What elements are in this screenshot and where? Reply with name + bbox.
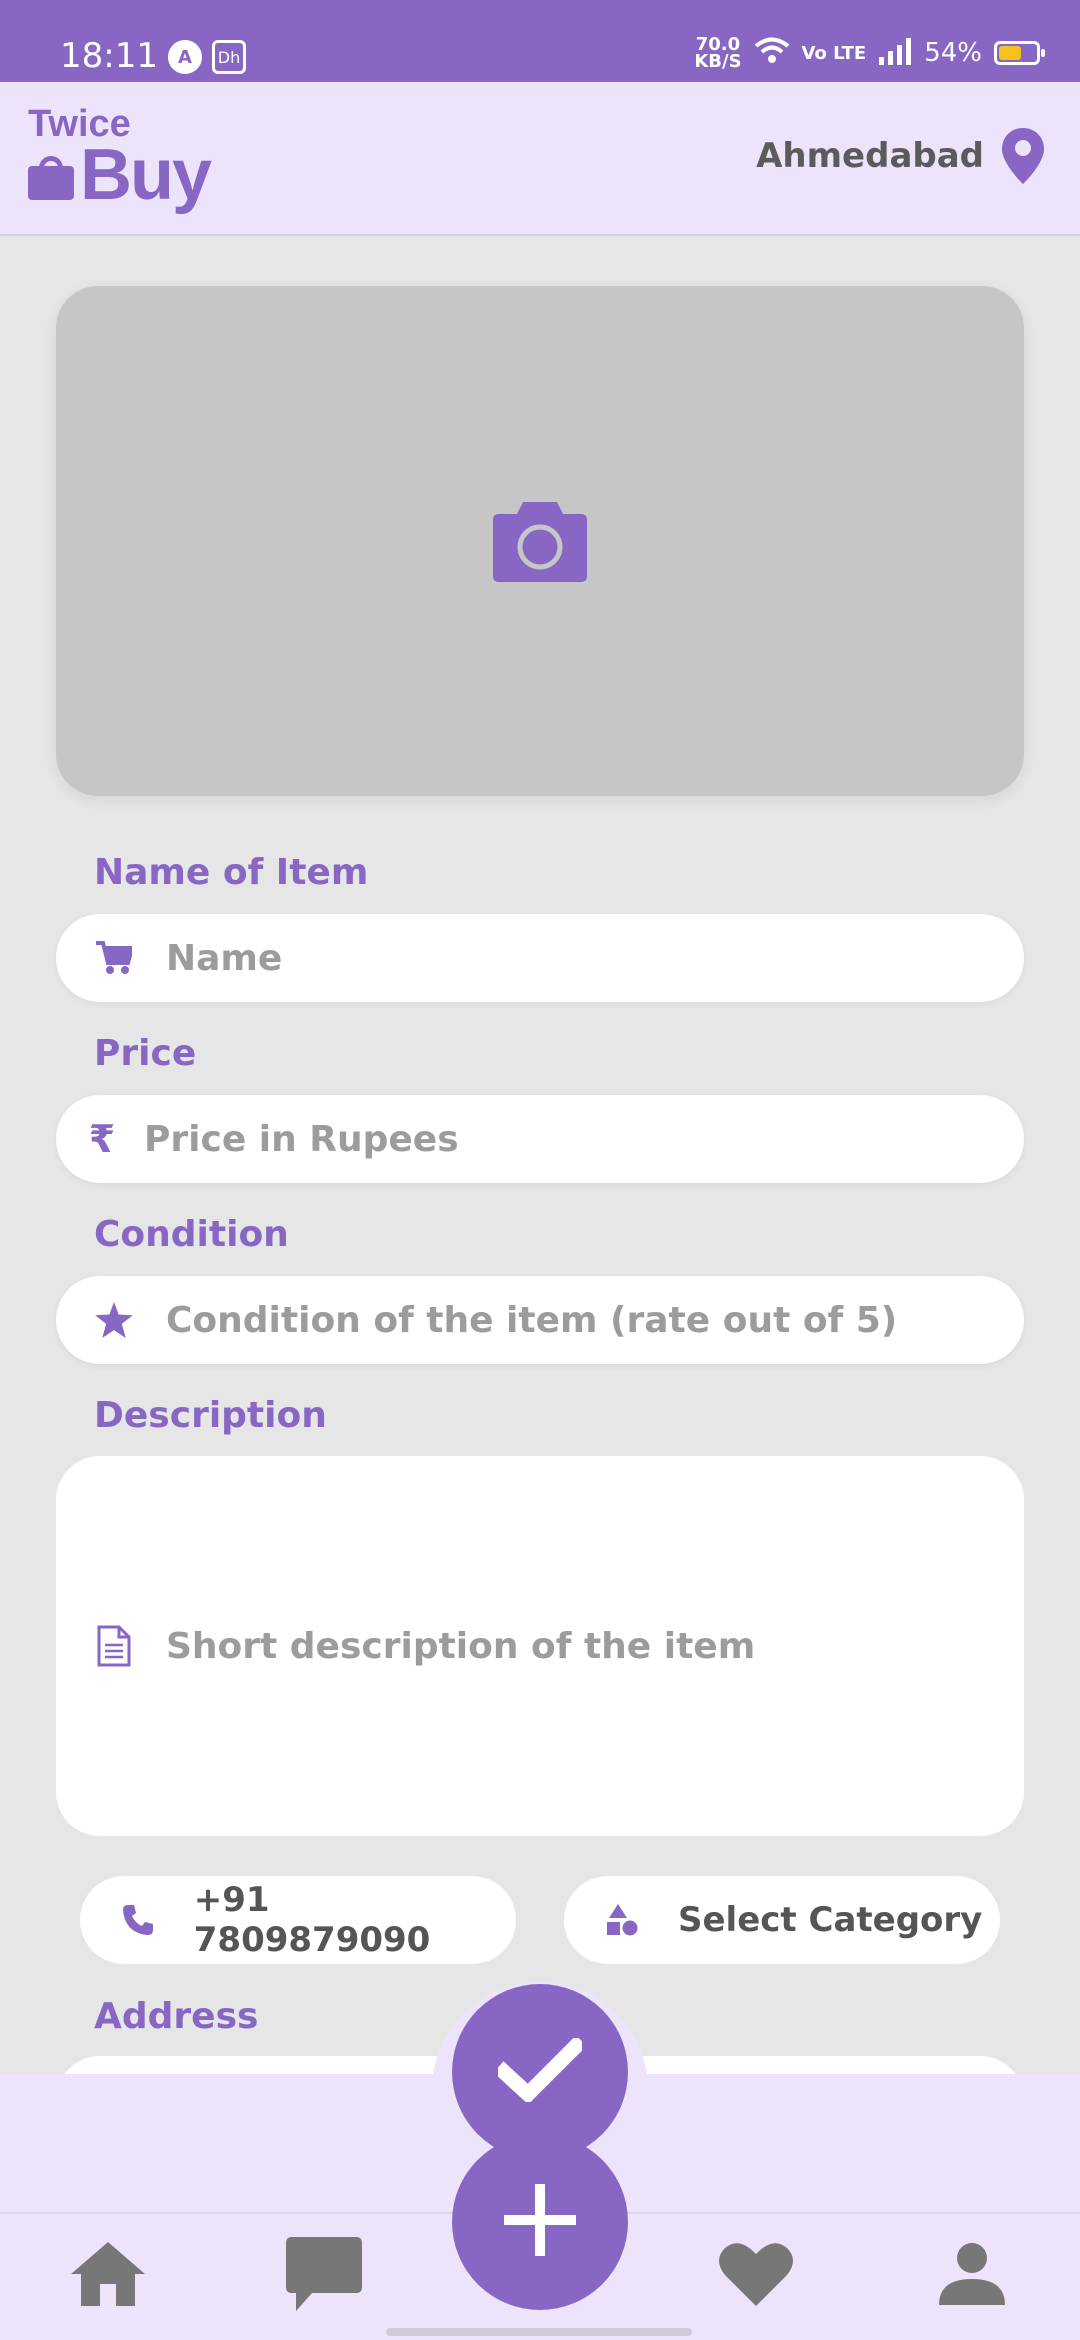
price-label: Price bbox=[94, 1033, 197, 1074]
status-time: 18:11 bbox=[60, 36, 158, 76]
phone-button[interactable]: +91 7809879090 bbox=[80, 1876, 516, 1964]
battery-fill bbox=[999, 46, 1021, 60]
nav-profile[interactable] bbox=[932, 2236, 1012, 2316]
home-indicator bbox=[386, 2328, 692, 2336]
cart-icon bbox=[94, 938, 134, 978]
name-placeholder: Name bbox=[166, 937, 283, 979]
price-input[interactable]: ₹ Price in Rupees bbox=[56, 1095, 1024, 1183]
shapes-icon bbox=[602, 1900, 642, 1940]
rupee-icon: ₹ bbox=[88, 1117, 116, 1161]
address-label: Address bbox=[94, 1996, 259, 2037]
notification-app-icon: A bbox=[168, 40, 202, 74]
home-icon bbox=[71, 2242, 145, 2310]
location-label: Ahmedabad bbox=[756, 136, 984, 176]
name-input[interactable]: Name bbox=[56, 914, 1024, 1002]
signal-icon bbox=[878, 37, 912, 69]
location-pin-icon bbox=[1002, 128, 1044, 184]
location-selector[interactable]: Ahmedabad bbox=[756, 128, 1044, 184]
condition-placeholder: Condition of the item (rate out of 5) bbox=[166, 1299, 898, 1341]
status-right-group: 70.0 KB/S Vo LTE 54% bbox=[694, 36, 1045, 72]
name-label: Name of Item bbox=[94, 852, 369, 893]
condition-input[interactable]: Condition of the item (rate out of 5) bbox=[56, 1276, 1024, 1364]
document-icon bbox=[94, 1624, 134, 1668]
camera-icon bbox=[493, 500, 587, 582]
volte-indicator: Vo LTE bbox=[801, 42, 867, 64]
phone-number: +91 7809879090 bbox=[193, 1880, 431, 1960]
logo-text-buy: Buy bbox=[80, 135, 212, 215]
chat-icon bbox=[286, 2237, 362, 2315]
app-logo[interactable]: Twice Buy bbox=[28, 105, 212, 215]
profile-icon bbox=[939, 2243, 1005, 2309]
condition-label: Condition bbox=[94, 1214, 289, 1255]
phone-icon bbox=[118, 1900, 158, 1940]
description-label: Description bbox=[94, 1395, 327, 1436]
check-icon bbox=[493, 2035, 587, 2106]
battery-percent: 54% bbox=[924, 38, 982, 68]
app-header: Twice Buy Ahmedabad bbox=[0, 82, 1080, 236]
nav-chat[interactable] bbox=[284, 2236, 364, 2316]
description-input[interactable]: Short description of the item bbox=[56, 1456, 1024, 1836]
photo-upload-area[interactable] bbox=[56, 286, 1024, 796]
net-speed-unit: KB/S bbox=[694, 51, 742, 72]
add-button[interactable] bbox=[452, 2134, 628, 2310]
notification-app-icon-2: Dh bbox=[212, 40, 246, 74]
category-select[interactable]: Select Category bbox=[564, 1876, 1000, 1964]
nav-home[interactable] bbox=[68, 2236, 148, 2316]
plus-icon bbox=[502, 2182, 578, 2262]
status-bar: 18:11 A Dh 70.0 KB/S Vo LTE 54% bbox=[0, 0, 1080, 82]
heart-icon bbox=[719, 2242, 793, 2310]
nav-favorites[interactable] bbox=[716, 2236, 796, 2316]
price-placeholder: Price in Rupees bbox=[144, 1118, 459, 1160]
shopping-bag-icon bbox=[28, 156, 74, 200]
net-speed: 70.0 KB/S bbox=[694, 36, 742, 72]
category-label: Select Category bbox=[678, 1900, 983, 1940]
star-icon bbox=[94, 1300, 134, 1340]
battery-icon bbox=[994, 41, 1045, 65]
wifi-icon bbox=[754, 37, 790, 69]
description-placeholder: Short description of the item bbox=[166, 1625, 756, 1667]
